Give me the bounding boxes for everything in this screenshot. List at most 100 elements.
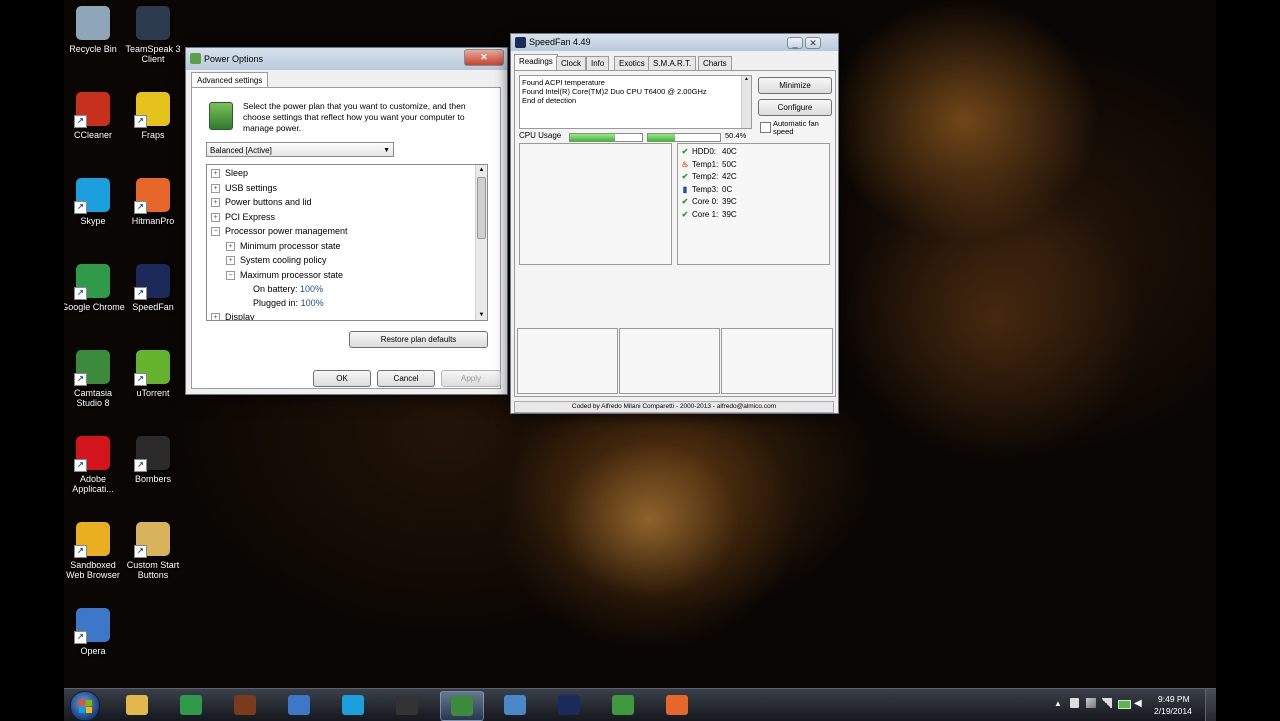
game-icon: [234, 695, 256, 715]
speedfan-titlebar[interactable]: SpeedFan 4.49 _ ✕: [511, 34, 838, 51]
battery-tray-icon[interactable]: [1118, 700, 1131, 709]
network-icon[interactable]: [1086, 698, 1096, 708]
temperature-name: HDD0:: [692, 147, 717, 156]
restore-plan-defaults-button[interactable]: Restore plan defaults: [349, 331, 488, 348]
tree-item-display[interactable]: + Display: [211, 312, 255, 320]
ccleaner-icon: ↗: [74, 92, 110, 128]
taskbar-item[interactable]: [386, 691, 428, 719]
desktop-icon-label: Camtasia Studio 8: [73, 388, 112, 408]
taskbar-item[interactable]: [602, 691, 644, 719]
auto-fan-speed-checkbox[interactable]: [760, 122, 771, 133]
close-button[interactable]: ✕: [464, 49, 504, 66]
tray-show-hidden-icon[interactable]: ▲: [1054, 699, 1062, 708]
tree-item-label: Power buttons and lid: [225, 197, 312, 207]
graph-box-1: [517, 328, 618, 394]
desktop-icon[interactable]: ↗ Sandboxed Web Browser: [61, 522, 125, 580]
taskbar-item[interactable]: [170, 691, 212, 719]
expand-icon[interactable]: +: [211, 183, 220, 193]
show-desktop-button[interactable]: [1205, 689, 1216, 721]
tab-readings[interactable]: Readings: [514, 54, 558, 71]
desktop-icon[interactable]: ↗ SpeedFan: [121, 264, 185, 312]
scroll-up-arrow[interactable]: ▲: [476, 165, 487, 175]
cancel-button[interactable]: Cancel: [377, 370, 435, 387]
clock-date[interactable]: 2/19/2014: [1154, 706, 1192, 716]
taskbar-item[interactable]: [494, 691, 536, 719]
on-battery-row[interactable]: On battery: 100%: [253, 284, 323, 294]
taskbar-item[interactable]: [332, 691, 374, 719]
desktop-icon[interactable]: Recycle Bin: [61, 6, 125, 54]
fan-speeds-box: [519, 143, 672, 265]
desktop-icon[interactable]: TeamSpeak 3 Client: [121, 6, 185, 64]
tree-item[interactable]: + Minimum processor state: [226, 241, 341, 251]
tree-item[interactable]: + PCI Express: [211, 212, 275, 222]
tree-item[interactable]: − Maximum processor state: [226, 270, 343, 280]
power-options-titlebar[interactable]: Power Options ✕: [186, 48, 507, 70]
restore-plan-defaults-label: Restore plan defaults: [380, 335, 457, 344]
taskbar-item[interactable]: [548, 691, 590, 719]
plugged-in-row[interactable]: Plugged in: 100%: [253, 298, 324, 308]
tree-scrollbar[interactable]: ▲ ▼: [475, 165, 487, 320]
on-battery-value[interactable]: 100%: [300, 284, 323, 294]
shortcut-arrow-icon: ↗: [74, 459, 87, 472]
tree-item-label: System cooling policy: [240, 255, 327, 265]
desktop-icon[interactable]: ↗ Adobe Applicati...: [61, 436, 125, 494]
tree-item[interactable]: + System cooling policy: [226, 255, 327, 266]
tab-charts[interactable]: Charts: [698, 56, 732, 71]
desktop-icon[interactable]: ↗ Skype: [61, 178, 125, 226]
tab-advanced-settings[interactable]: Advanced settings: [191, 72, 269, 88]
desktop-icon[interactable]: ↗ HitmanPro: [121, 178, 185, 226]
tree-item[interactable]: + Power buttons and lid: [211, 197, 312, 208]
ok-button[interactable]: OK: [313, 370, 371, 387]
expand-icon[interactable]: +: [211, 313, 220, 320]
expand-icon[interactable]: +: [226, 241, 235, 251]
tab-info[interactable]: Info: [586, 56, 610, 71]
collapse-icon[interactable]: −: [211, 227, 220, 237]
tree-item-label: Sleep: [225, 168, 249, 178]
desktop-icon[interactable]: ↗ Camtasia Studio 8: [61, 350, 125, 408]
expand-icon[interactable]: +: [226, 256, 235, 266]
configure-button[interactable]: Configure: [758, 99, 832, 116]
expand-icon[interactable]: +: [211, 212, 220, 222]
start-button[interactable]: [70, 691, 100, 721]
desktop-icon[interactable]: ↗ Bombers: [121, 436, 185, 484]
tree-item[interactable]: + Sleep: [211, 168, 249, 179]
temperature-reading: ✔ Temp2: 42C: [680, 172, 737, 181]
desktop-icon[interactable]: ↗ uTorrent: [121, 350, 185, 398]
minimize-button[interactable]: Minimize: [758, 77, 832, 94]
scroll-thumb[interactable]: [477, 177, 486, 239]
tree-item[interactable]: + USB settings: [211, 183, 277, 193]
scroll-down-arrow[interactable]: ▼: [476, 310, 487, 320]
expand-icon[interactable]: +: [211, 198, 220, 208]
desktop-icon[interactable]: ↗ Opera: [61, 608, 125, 656]
volume-icon[interactable]: ◀: [1134, 698, 1142, 709]
apply-button[interactable]: Apply: [441, 370, 501, 387]
taskbar-item[interactable]: [278, 691, 320, 719]
tab-smart[interactable]: S.M.A.R.T.: [648, 56, 697, 71]
tab-exotics[interactable]: Exotics: [614, 56, 650, 71]
action-center-flag-icon[interactable]: [1070, 698, 1079, 708]
plan-select[interactable]: Balanced [Active] ▼: [206, 142, 394, 157]
plugged-in-value[interactable]: 100%: [301, 298, 324, 308]
tab-clock[interactable]: Clock: [556, 56, 587, 71]
desktop-icon[interactable]: ↗ Custom Start Buttons: [121, 522, 185, 580]
taskbar-item[interactable]: [656, 691, 698, 719]
shortcut-arrow-icon: ↗: [134, 545, 147, 558]
clock-time[interactable]: 9:49 PM: [1158, 694, 1190, 704]
temperature-reading: ✔ Core 1: 39C: [680, 210, 737, 219]
minimize-window-button[interactable]: _: [787, 37, 803, 49]
tree-item[interactable]: − Processor power management: [211, 226, 348, 237]
desktop-icon[interactable]: ↗ Fraps: [121, 92, 185, 140]
close-window-button[interactable]: ✕: [805, 37, 821, 49]
taskbar-item[interactable]: [440, 691, 484, 721]
desktop-icon[interactable]: ↗ CCleaner: [61, 92, 125, 140]
taskbar-item[interactable]: [224, 691, 266, 719]
collapse-icon[interactable]: −: [226, 270, 235, 280]
expand-icon[interactable]: +: [211, 169, 220, 179]
desktop-icon-label: Adobe Applicati...: [72, 474, 114, 494]
signal-icon[interactable]: [1102, 698, 1112, 708]
log-scrollbar[interactable]: ▲: [741, 76, 751, 128]
desktop-icon[interactable]: ↗ Google Chrome: [61, 264, 125, 312]
hitmanpro-icon: [666, 695, 688, 715]
taskbar-item[interactable]: [116, 691, 158, 719]
log-line: Found ACPI temperature: [522, 78, 605, 87]
